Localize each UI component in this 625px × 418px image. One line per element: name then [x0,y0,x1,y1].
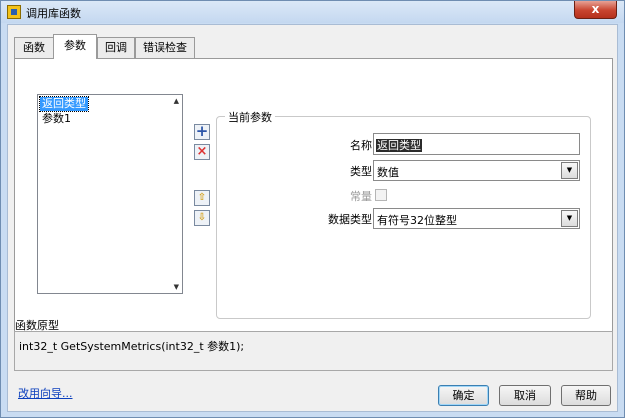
tab-function[interactable]: 函数 [14,37,54,58]
parameters-panel: 返回类型 参数1 ▲ ▼ + × ⇧ ⇩ 当前参数 名称 返回类型 类型 数值 … [14,58,613,333]
name-field-value: 返回类型 [376,139,422,152]
data-type-select[interactable]: 有符号32位整型 ▼ [373,208,580,229]
prototype-box: int32_t GetSystemMetrics(int32_t 参数1); [14,331,613,371]
move-up-button[interactable]: ⇧ [194,190,210,206]
name-label: 名称 [350,139,372,152]
tab-parameters-label: 参数 [64,39,86,52]
tab-callbacks[interactable]: 回调 [97,37,135,58]
move-down-button[interactable]: ⇩ [194,210,210,226]
delete-x-icon: × [196,144,208,159]
arrow-up-icon: ⇧ [197,192,207,203]
labview-app-icon [7,5,21,19]
data-type-label: 数据类型 [328,213,372,226]
list-item-param1[interactable]: 参数1 [40,112,73,126]
tab-error-checking[interactable]: 错误检查 [135,37,195,58]
prototype-text: int32_t GetSystemMetrics(int32_t 参数1); [19,340,245,353]
add-parameter-button[interactable]: + [194,124,210,140]
arrow-down-icon: ⇩ [197,212,207,223]
plus-icon: + [195,122,209,140]
dialog-client-area: 函数 参数 回调 错误检查 返回类型 参数1 ▲ ▼ + × ⇧ ⇩ 当前参数 … [7,24,618,412]
current-parameter-group: 当前参数 名称 返回类型 类型 数值 ▼ 常量 数据类型 有符号32位整型 ▼ [216,109,591,319]
help-button[interactable]: 帮助 [561,385,611,406]
type-label: 类型 [350,165,372,178]
ok-button[interactable]: 确定 [438,385,489,406]
parameter-list[interactable]: 返回类型 参数1 ▲ ▼ [37,94,183,294]
scroll-down-arrow-icon[interactable]: ▼ [174,283,179,291]
window-title: 调用库函数 [26,7,81,20]
cancel-button[interactable]: 取消 [499,385,551,406]
tab-error-checking-label: 错误检查 [143,41,187,54]
delete-parameter-button[interactable]: × [194,144,210,160]
scroll-up-arrow-icon[interactable]: ▲ [174,97,179,105]
data-type-select-value: 有符号32位整型 [377,214,457,227]
tab-function-label: 函数 [23,41,45,54]
chevron-down-icon[interactable]: ▼ [561,210,578,227]
title-bar[interactable]: 调用库函数 x [1,1,624,23]
close-button[interactable]: x [574,1,617,19]
name-field[interactable]: 返回类型 [373,133,580,155]
use-wizard-link[interactable]: 改用向导... [18,385,73,401]
dialog-window: 调用库函数 x 函数 参数 回调 错误检查 返回类型 参数1 ▲ ▼ + × ⇧… [0,0,625,418]
type-select-value: 数值 [377,166,399,179]
constant-checkbox[interactable] [375,189,387,201]
constant-label: 常量 [350,190,372,203]
group-title: 当前参数 [225,109,275,125]
tab-parameters[interactable]: 参数 [53,34,97,59]
list-item-return-type[interactable]: 返回类型 [39,96,89,112]
type-select[interactable]: 数值 ▼ [373,160,580,181]
tab-callbacks-label: 回调 [105,41,127,54]
chevron-down-icon[interactable]: ▼ [561,162,578,179]
